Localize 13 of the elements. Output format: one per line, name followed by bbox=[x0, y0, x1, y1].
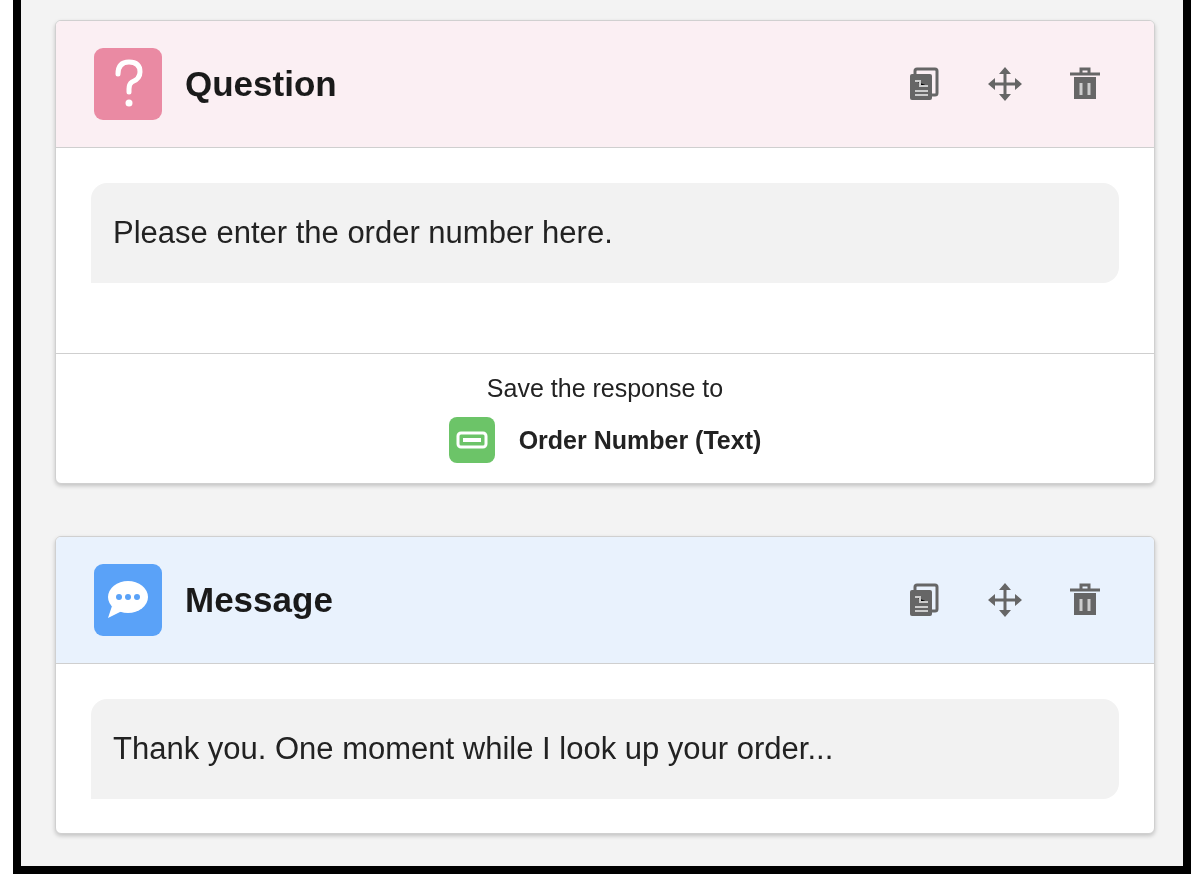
chat-bubble-icon bbox=[94, 564, 162, 636]
text-field-icon bbox=[448, 417, 495, 463]
card-title: Message bbox=[185, 580, 334, 620]
question-mark-icon bbox=[94, 48, 162, 120]
move-icon[interactable] bbox=[987, 66, 1023, 102]
message-bubble: Please enter the order number here. bbox=[91, 183, 1119, 283]
trash-icon[interactable] bbox=[1067, 66, 1103, 102]
save-label: Save the response to bbox=[486, 374, 724, 403]
trash-icon[interactable] bbox=[1067, 582, 1103, 618]
message-bubble: Thank you. One moment while I look up your order... bbox=[91, 699, 1119, 799]
variable-name[interactable]: Order Number (Text) bbox=[518, 425, 762, 455]
move-icon[interactable] bbox=[987, 582, 1023, 618]
card-title: Question bbox=[185, 64, 338, 104]
